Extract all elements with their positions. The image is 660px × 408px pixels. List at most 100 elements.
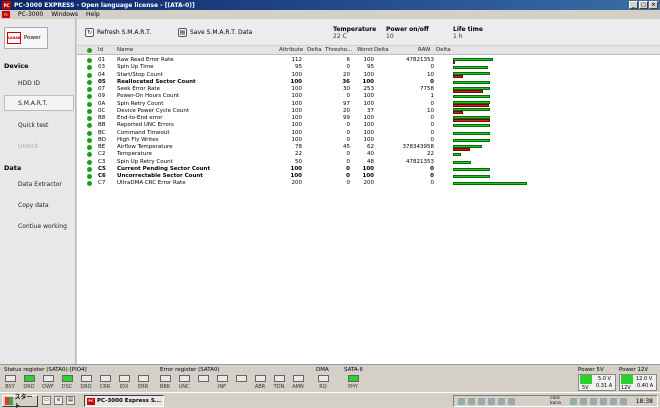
col-worst[interactable]: Worst	[357, 47, 373, 53]
row-threshold: 0	[346, 122, 351, 129]
tray-icon-9[interactable]	[590, 398, 597, 405]
close-button[interactable]: ×	[649, 1, 658, 9]
col-id[interactable]: Id	[98, 47, 103, 53]
table-row[interactable]: 07 Seek Error Rate 100 30 253 7758	[77, 86, 660, 93]
table-row[interactable]: BE Airflow Temperature 78 45 62 378343958	[77, 144, 660, 151]
nav-item-hdd-id[interactable]: HDD ID	[0, 75, 74, 91]
tray-icon-2[interactable]	[468, 398, 475, 405]
table-row[interactable]: 09 Power-On Hours Count 100 0 100 1	[77, 93, 660, 100]
menu-help[interactable]: Help	[86, 11, 100, 18]
table-row[interactable]: BD High Fly Writes 100 0 100 0	[77, 137, 660, 144]
row-name: Airflow Temperature	[117, 144, 173, 150]
row-status-icon	[87, 87, 92, 92]
col-raw[interactable]: RAW	[418, 47, 431, 53]
row-raw: 0	[430, 173, 434, 179]
tray-icon-5[interactable]	[498, 398, 505, 405]
nav-item-quick-test[interactable]: Quick test	[0, 117, 74, 133]
power5-amp: 0.31 A	[596, 383, 613, 389]
table-row[interactable]: 03 Spin Up Time 95 0 95 0	[77, 64, 660, 71]
table-row[interactable]: B8 End-to-End error 100 99 100 0	[77, 115, 660, 122]
row-status-icon	[87, 159, 92, 165]
tray-icon-3[interactable]	[478, 398, 485, 405]
row-name: Command Timeout	[117, 129, 170, 136]
status-led	[119, 375, 130, 382]
taskbar: スタート ▭ e ▤ PC PC-3000 Express S... core …	[0, 392, 660, 408]
tray-icon-11[interactable]	[610, 398, 617, 405]
maximize-button[interactable]: □	[639, 1, 648, 9]
tray-icon-7[interactable]	[570, 398, 577, 405]
col-threshold[interactable]: Thresho...	[325, 47, 352, 53]
refresh-smart-button[interactable]: ↻ Refresh S.M.A.R.T.	[85, 28, 151, 37]
table-row[interactable]: 04 Start/Stop Count 100 20 100 10	[77, 72, 660, 79]
row-raw: 0	[430, 165, 434, 172]
row-raw: 0	[430, 122, 435, 129]
tray-icon-6[interactable]	[508, 398, 515, 405]
tray-icon-1[interactable]	[458, 398, 465, 405]
table-row[interactable]: 0C Device Power Cycle Count 100 20 37 10	[77, 108, 660, 115]
table-row[interactable]: C2 Temperature 22 0 40 22	[77, 151, 660, 158]
table-row[interactable]: 05 Reallocated Sector Count 100 36 100 0	[77, 79, 660, 86]
menu-pc3000[interactable]: PC-3000	[18, 11, 43, 18]
row-threshold: 0	[346, 173, 350, 179]
folder-icon[interactable]: ▤	[66, 396, 75, 405]
window-titlebar[interactable]: PC PC-3000 EXPRESS - Open language licen…	[0, 0, 660, 10]
table-row[interactable]: 01 Raw Read Error Rate 112 6 100 47821353	[77, 57, 660, 64]
menu-windows[interactable]: Windows	[51, 11, 78, 18]
table-row[interactable]: C6 Uncorrectable Sector Count 100 0 100 0	[77, 173, 660, 180]
row-health-bar	[453, 95, 490, 99]
status-panel: Status register (SATA0)-[PIO4] BSY DRD DWF…	[0, 364, 660, 392]
tray-icon-10[interactable]	[600, 398, 607, 405]
row-status-icon	[87, 65, 92, 71]
power-button[interactable]: SARAB Power	[4, 27, 48, 49]
tray-icon-8[interactable]	[580, 398, 587, 405]
table-row[interactable]: BC Command Timeout 100 0 100 0	[77, 130, 660, 137]
save-label: Save S.M.A.R.T. Data	[190, 29, 253, 36]
row-status-icon	[87, 79, 92, 85]
row-health-bar	[453, 153, 461, 157]
header-status-icon	[87, 48, 92, 53]
nav-item-continue-working[interactable]: Contiue working	[0, 218, 74, 234]
browser-icon[interactable]: e	[54, 396, 63, 405]
row-attribute: 200	[291, 180, 303, 187]
row-threshold-bar	[453, 60, 455, 64]
row-threshold: 20	[343, 71, 350, 78]
row-worst: 100	[363, 122, 375, 129]
row-status-icon	[87, 58, 92, 63]
error-led-label: UNC	[178, 384, 190, 390]
nav-item-copy-data[interactable]: Copy data	[0, 197, 74, 213]
col-attr-delta[interactable]: Delta	[307, 47, 322, 53]
tray-icon-4[interactable]	[488, 398, 495, 405]
tray-icon-12[interactable]	[620, 398, 627, 405]
col-worst-delta[interactable]: Delta	[374, 47, 389, 53]
row-status-icon	[87, 108, 92, 114]
row-status-icon	[87, 101, 92, 107]
row-health-bar	[453, 124, 490, 128]
table-row[interactable]: BB Reported UNC Errors 100 0 100 0	[77, 122, 660, 129]
desktop-icon[interactable]: ▭	[42, 396, 51, 405]
row-attribute: 100	[291, 71, 303, 78]
table-row[interactable]: C3 Spin Up Retry Count 50 0 48 47821353	[77, 159, 660, 166]
status-led-label: DWF	[42, 384, 54, 390]
start-button[interactable]: スタート	[2, 394, 38, 408]
nav-item-smart[interactable]: S.M.A.R.T.	[4, 95, 74, 111]
table-row[interactable]: 0A Spin Retry Count 100 97 100 0	[77, 101, 660, 108]
lifetime-label: Life time	[453, 26, 483, 33]
minimize-button[interactable]: _	[629, 1, 638, 9]
col-raw-delta[interactable]: Delta	[436, 47, 451, 53]
row-threshold-bar	[453, 111, 463, 115]
row-attribute: 100	[291, 122, 303, 129]
nav-item-data-extractor[interactable]: Data Extractor	[0, 176, 74, 192]
row-worst: 100	[362, 165, 374, 172]
table-row[interactable]: C7 UltraDMA CRC Error Rate 200 0 200 0	[77, 180, 660, 187]
status-led	[138, 375, 149, 382]
row-raw: 0	[430, 115, 435, 121]
col-attribute[interactable]: Attribute	[279, 47, 303, 53]
table-row[interactable]: C5 Current Pending Sector Count 100 0 100 0	[77, 166, 660, 173]
row-raw: 0	[430, 78, 434, 85]
col-name[interactable]: Name	[117, 47, 133, 53]
save-smart-button[interactable]: ▤ Save S.M.A.R.T. Data	[178, 28, 252, 37]
row-threshold-bar	[453, 118, 490, 122]
temperature-value: 22 C	[333, 33, 347, 40]
taskbar-item-pc3000[interactable]: PC PC-3000 Express S...	[84, 395, 164, 407]
row-worst: 100	[363, 136, 375, 143]
